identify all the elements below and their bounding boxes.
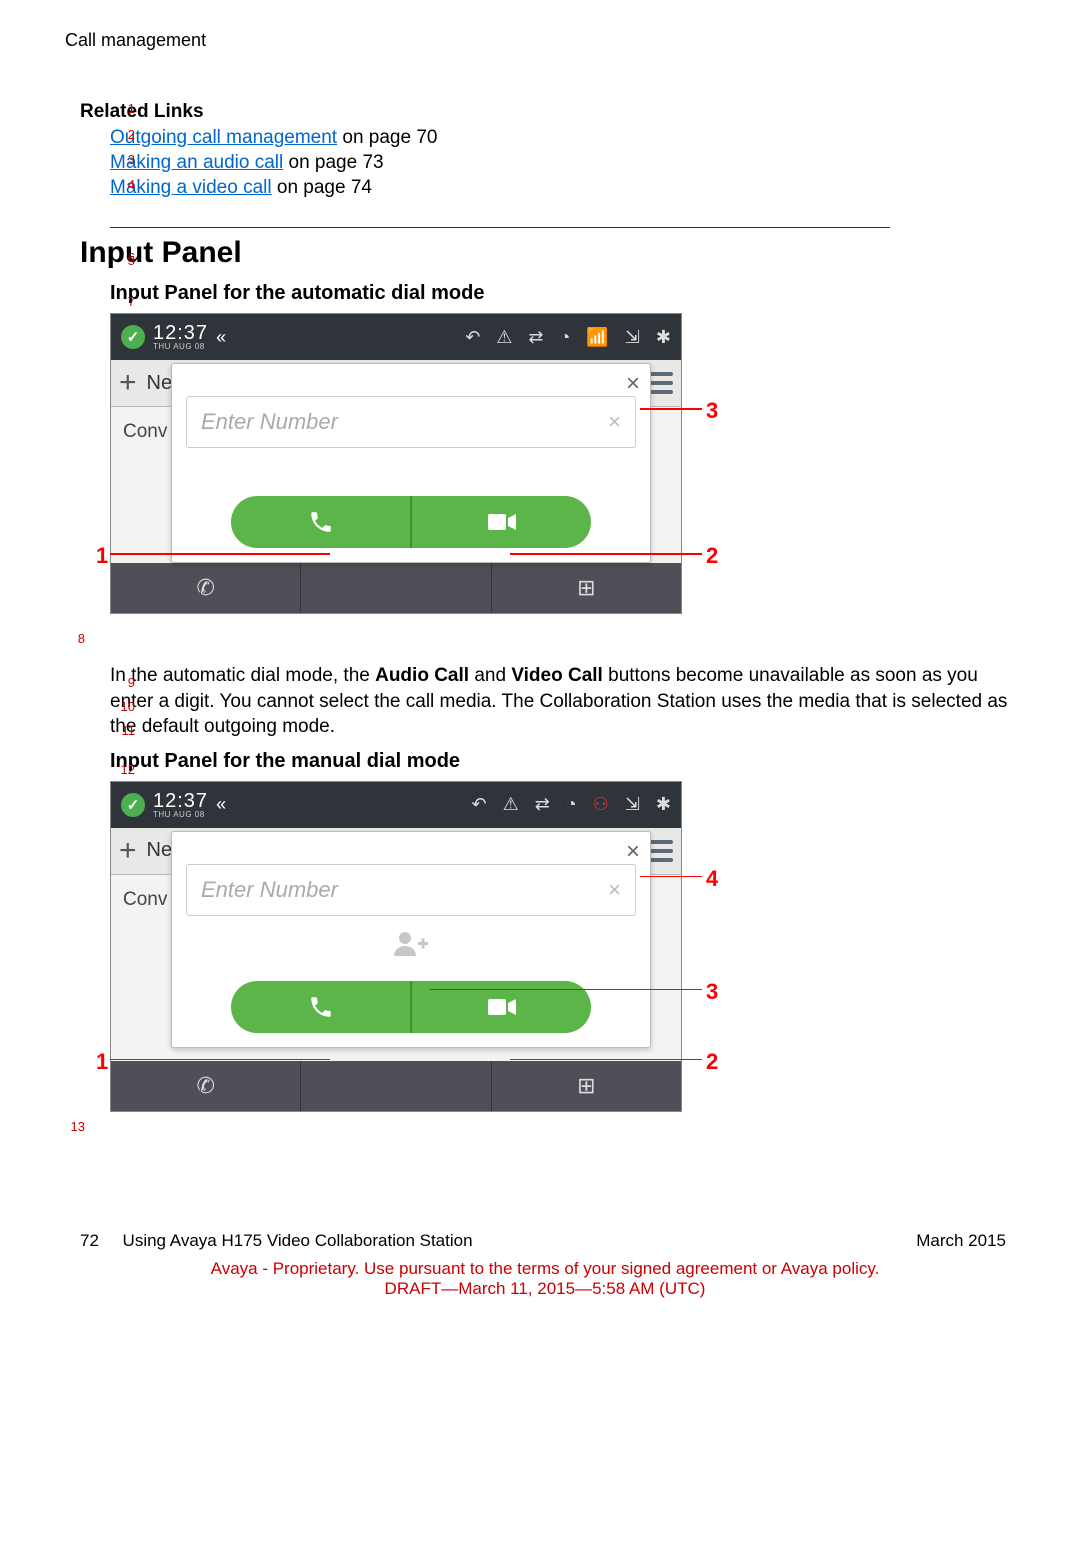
link-suffix: on page 74 (272, 177, 372, 198)
screenshot-manual-dial: ✓ 12:37 THU AUG 08 « ↶ ⚠ ⇄ ◔ ⚇ ⇲ ✱ (110, 781, 682, 1112)
section-heading-input-panel: Input Panel (80, 236, 1010, 270)
bottombar-blank (301, 1061, 491, 1111)
page-header: Call management (65, 30, 1010, 51)
add-contact-icon (186, 930, 636, 963)
footer-title: Using Avaya H175 Video Collaboration Sta… (123, 1231, 473, 1250)
line-number: 6 (105, 250, 135, 265)
link-suffix: on page 70 (337, 127, 437, 148)
paragraph-auto-dial: In the automatic dial mode, the Audio Ca… (110, 663, 1010, 740)
line-number: 7 (105, 294, 135, 309)
chevron-left-icon: « (216, 794, 226, 815)
footer-proprietary: Avaya - Proprietary. Use pursuant to the… (80, 1259, 1010, 1279)
line-number: 9 (105, 675, 135, 690)
bottombar-dialpad-icon: ⊞ (492, 1061, 681, 1111)
line-number: 13 (55, 1119, 85, 1134)
popup-close-icon: × (626, 370, 640, 398)
bluetooth-icon: ✱ (656, 327, 671, 348)
audio-call-button (231, 496, 412, 548)
callout-1: 1 (96, 1049, 108, 1075)
callout-3: 3 (706, 398, 718, 424)
audio-call-button (231, 981, 412, 1033)
popup-close-icon: × (626, 838, 640, 866)
callout-4: 4 (706, 866, 718, 892)
line-number: 2 (105, 127, 135, 142)
link-outgoing-call-management[interactable]: Outgoing call management (110, 127, 337, 148)
status-time: 12:37 (153, 791, 208, 811)
device-icon: ⇲ (625, 327, 640, 348)
plus-icon: + (119, 834, 137, 868)
page-number: 72 (80, 1231, 99, 1250)
line-number: 11 (105, 723, 135, 738)
link-making-audio-call[interactable]: Making an audio call (110, 152, 283, 173)
chevron-left-icon: « (216, 327, 226, 348)
line-number: 12 (105, 762, 135, 777)
number-input: Enter Number × (186, 864, 636, 916)
bottombar-blank (301, 563, 491, 613)
line-number: 1 (105, 101, 135, 116)
bottombar-dialpad-icon: ⊞ (492, 563, 681, 613)
link-suffix: on page 73 (283, 152, 383, 173)
number-input: Enter Number × (186, 396, 636, 448)
voicemail-icon: ⚇ (593, 794, 609, 815)
warning-icon: ⚠ (503, 794, 519, 815)
status-date: THU AUG 08 (153, 343, 208, 351)
callout-2: 2 (706, 543, 718, 569)
sync-icon: ⇄ (528, 327, 543, 348)
callout-3: 3 (706, 979, 718, 1005)
input-placeholder: Enter Number (201, 877, 338, 903)
footer-date: March 2015 (916, 1231, 1006, 1251)
video-call-button (412, 496, 591, 548)
clear-input-icon: × (608, 409, 621, 435)
bluetooth-icon: ✱ (656, 794, 671, 815)
status-date: THU AUG 08 (153, 811, 208, 819)
bottombar-phone-icon: ✆ (111, 1061, 301, 1111)
section-divider (110, 227, 890, 228)
status-ok-icon: ✓ (121, 325, 145, 349)
status-time: 12:37 (153, 323, 208, 343)
warning-icon: ⚠ (496, 327, 512, 348)
clock-icon: ◔ (566, 794, 577, 815)
input-placeholder: Enter Number (201, 409, 338, 435)
line-number: 8 (55, 631, 85, 646)
missed-call-icon: ↶ (471, 794, 486, 815)
bottombar-phone-icon: ✆ (111, 563, 301, 613)
callout-2: 2 (706, 1049, 718, 1075)
footer-draft: DRAFT—March 11, 2015—5:58 AM (UTC) (80, 1279, 1010, 1299)
sync-icon: ⇄ (535, 794, 550, 815)
screenshot-auto-dial: ✓ 12:37 THU AUG 08 « ↶ ⚠ ⇄ ◔ 📶 ⇲ ✱ (110, 313, 682, 614)
related-links-heading: Related Links (80, 101, 1010, 123)
wifi-icon: 📶 (586, 327, 608, 348)
device-icon: ⇲ (625, 794, 640, 815)
line-number: 4 (105, 177, 135, 192)
subheading-manual-dial: Input Panel for the manual dial mode (110, 750, 1010, 773)
clear-input-icon: × (608, 877, 621, 903)
missed-call-icon: ↶ (465, 327, 480, 348)
callout-1: 1 (96, 543, 108, 569)
line-number: 10 (105, 699, 135, 714)
clock-icon: ◔ (560, 327, 571, 348)
subheading-auto-dial: Input Panel for the automatic dial mode (110, 282, 1010, 305)
status-ok-icon: ✓ (121, 793, 145, 817)
line-number: 3 (105, 152, 135, 167)
plus-icon: + (119, 366, 137, 400)
